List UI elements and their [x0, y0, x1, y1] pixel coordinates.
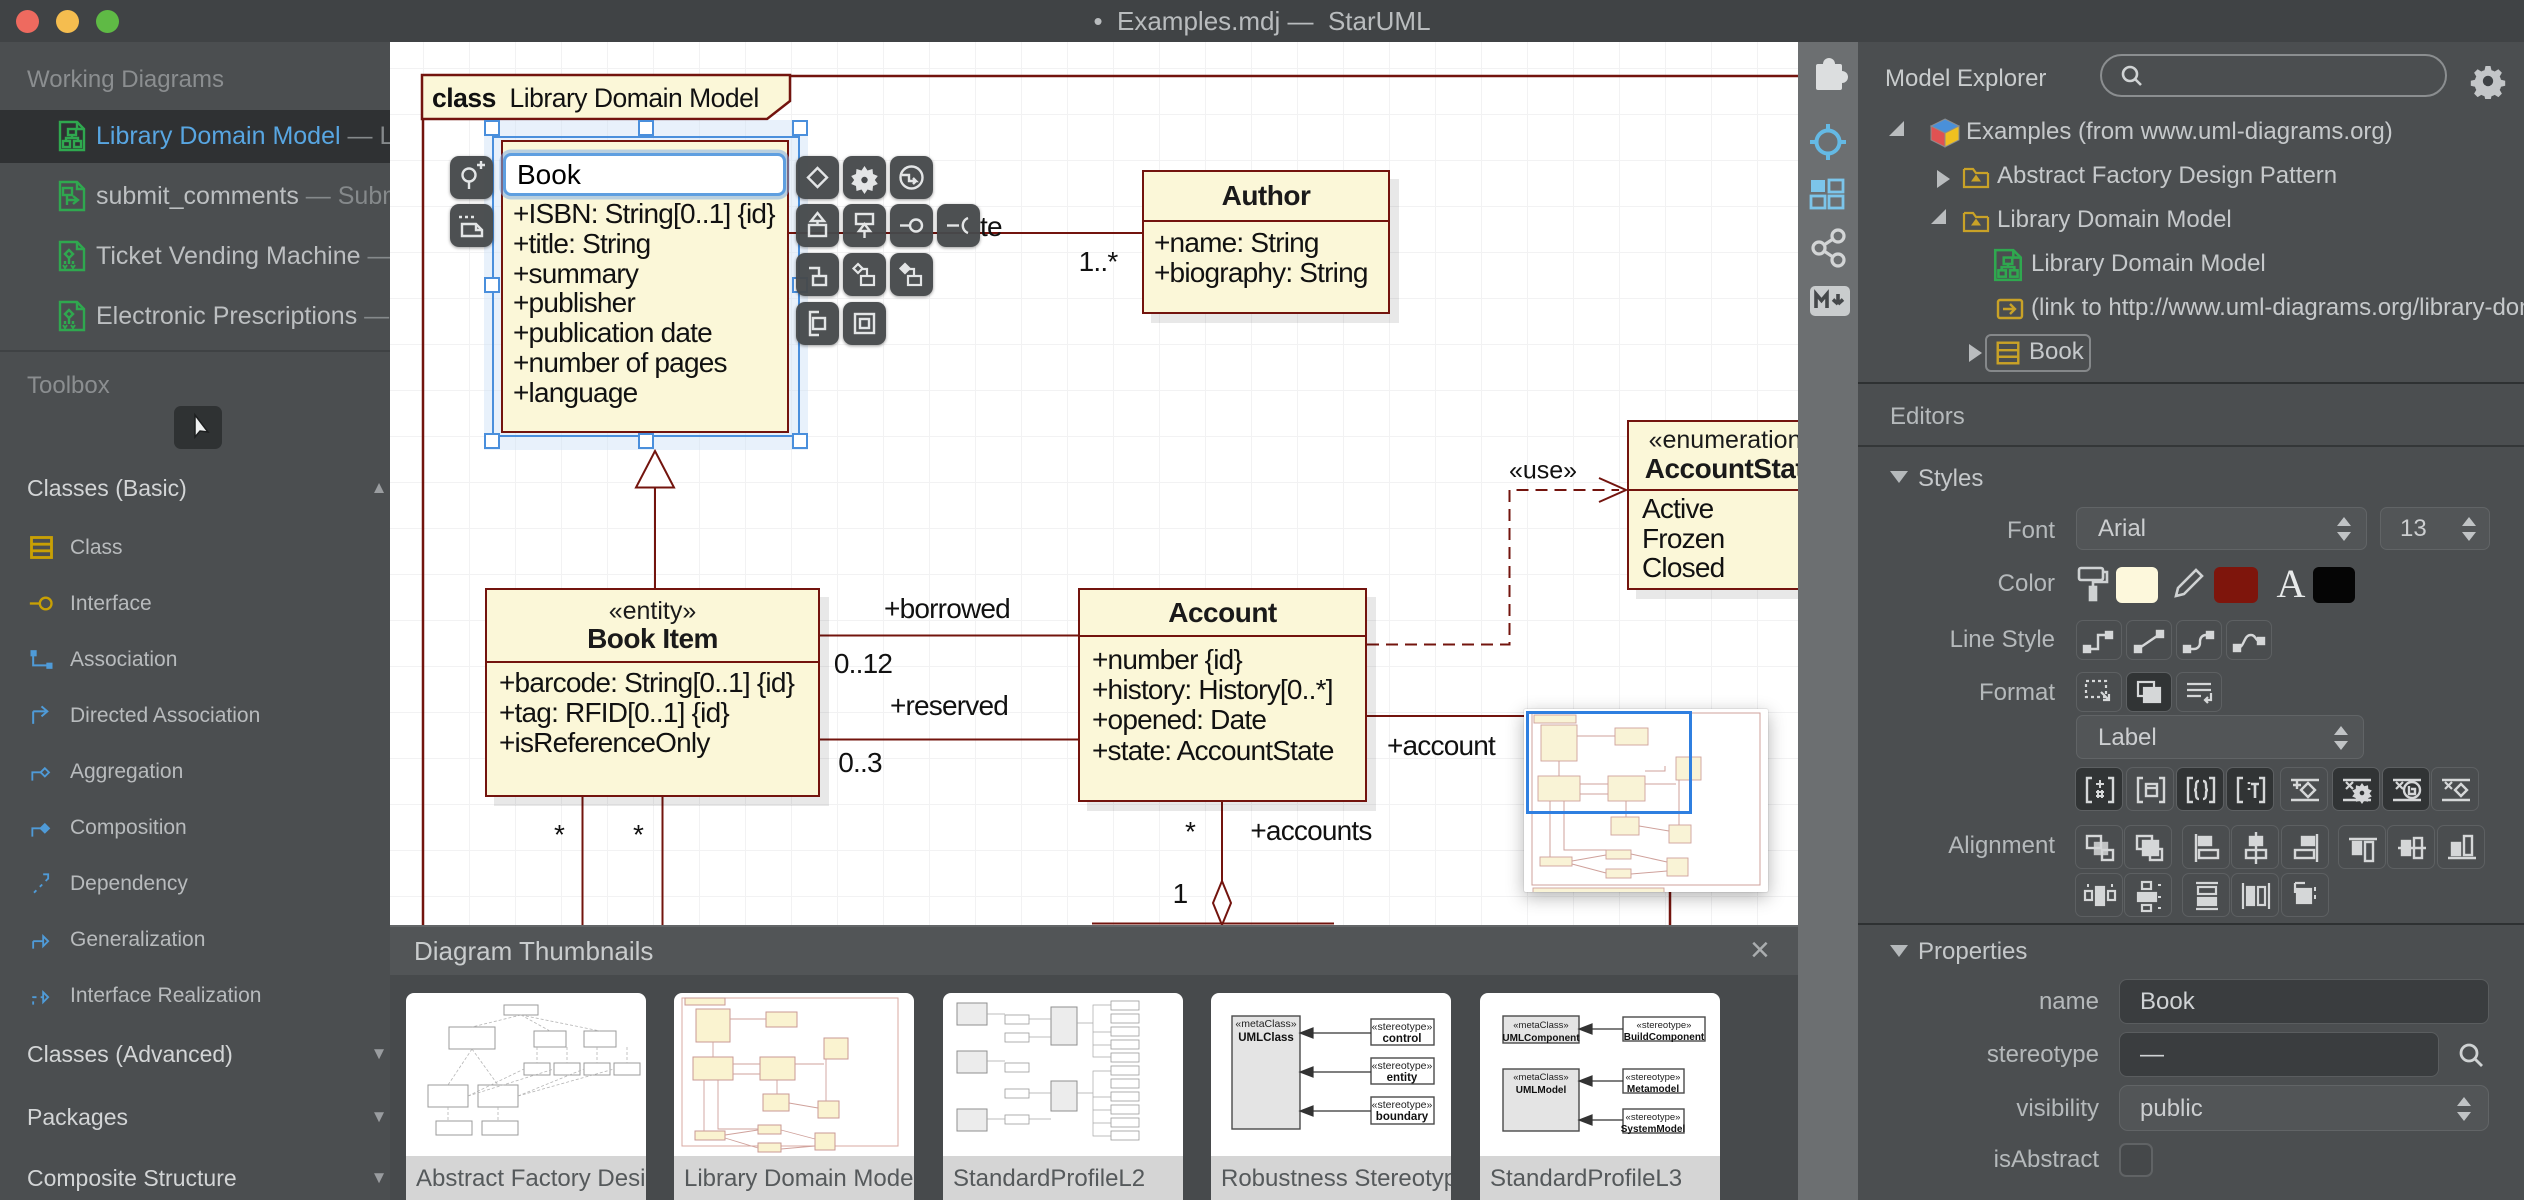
svg-text:UMLComponent: UMLComponent	[1502, 1033, 1580, 1044]
svg-text:BuildComponent: BuildComponent	[1624, 1032, 1705, 1043]
svg-text:«stereotype»: «stereotype»	[1626, 1112, 1681, 1123]
svg-text:«metaClass»: «metaClass»	[1513, 1020, 1568, 1031]
svg-text:«stereotype»: «stereotype»	[1626, 1072, 1681, 1083]
svg-text:UMLModel: UMLModel	[1516, 1085, 1567, 1096]
svg-text:«stereotype»: «stereotype»	[1372, 1021, 1433, 1033]
svg-text:Metamodel: Metamodel	[1627, 1084, 1679, 1095]
svg-text:control: control	[1383, 1033, 1422, 1045]
svg-text:UMLClass: UMLClass	[1238, 1032, 1294, 1044]
svg-text:entity: entity	[1387, 1072, 1418, 1084]
svg-text:«metaClass»: «metaClass»	[1513, 1072, 1568, 1083]
svg-text:SystemModel: SystemModel	[1621, 1124, 1686, 1135]
svg-text:boundary: boundary	[1376, 1111, 1429, 1123]
svg-text:«metaClass»: «metaClass»	[1235, 1018, 1296, 1030]
svg-text:«stereotype»: «stereotype»	[1372, 1099, 1433, 1111]
svg-text:«stereotype»: «stereotype»	[1637, 1020, 1692, 1031]
svg-text:«stereotype»: «stereotype»	[1372, 1060, 1433, 1072]
